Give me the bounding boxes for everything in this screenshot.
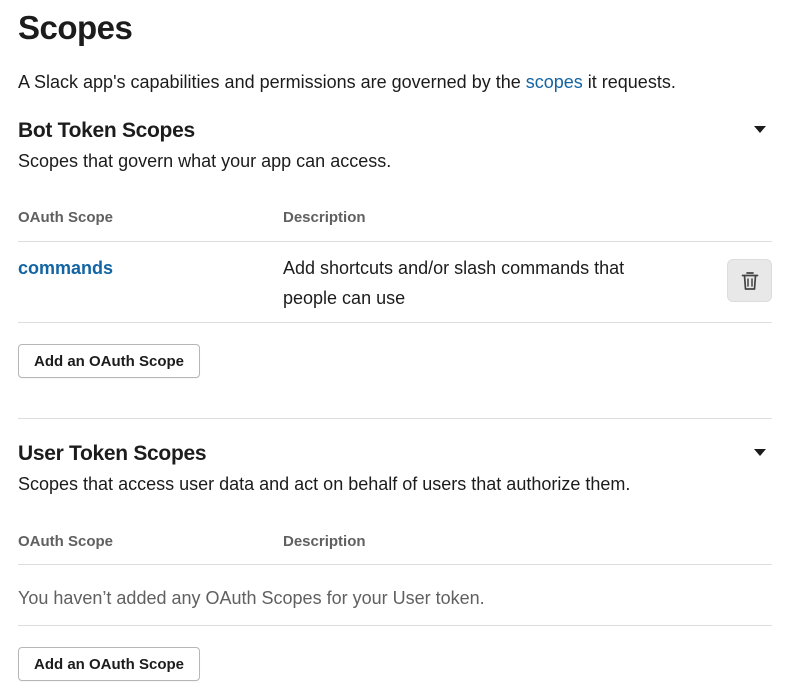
- user-col-description: Description: [283, 533, 366, 550]
- bot-col-oauth-scope: OAuth Scope: [18, 209, 114, 226]
- scope-description: Add shortcuts and/or slash commands that…: [283, 258, 625, 308]
- trash-icon: [741, 271, 758, 290]
- user-col-oauth-scope: OAuth Scope: [18, 533, 114, 550]
- user-add-oauth-scope-button[interactable]: Add an OAuth Scope: [18, 647, 200, 681]
- scope-link-commands[interactable]: commands: [18, 256, 113, 280]
- user-section-title: User Token Scopes: [18, 442, 207, 465]
- bot-row-divider: [18, 322, 772, 323]
- user-section-collapse-icon[interactable]: [754, 449, 766, 456]
- remove-scope-button[interactable]: [727, 259, 772, 302]
- bot-header-divider: [18, 241, 772, 242]
- bot-token-scopes-section: Bot Token Scopes Scopes that govern what…: [18, 118, 772, 380]
- page-intro: A Slack app's capabilities and permissio…: [18, 70, 676, 94]
- bot-section-title: Bot Token Scopes: [18, 119, 195, 142]
- page-title: Scopes: [18, 9, 133, 46]
- user-section-description: Scopes that access user data and act on …: [18, 474, 631, 494]
- empty-scopes-message: You haven’t added any OAuth Scopes for y…: [18, 588, 485, 608]
- user-empty-divider: [18, 625, 772, 626]
- user-header-divider: [18, 564, 772, 565]
- intro-text-before: A Slack app's capabilities and permissio…: [18, 72, 526, 92]
- bot-section-collapse-icon[interactable]: [754, 126, 766, 133]
- bot-add-oauth-scope-button[interactable]: Add an OAuth Scope: [18, 344, 200, 378]
- section-divider: [18, 418, 772, 419]
- scopes-link[interactable]: scopes: [526, 72, 583, 92]
- user-token-scopes-section: User Token Scopes Scopes that access use…: [18, 441, 772, 686]
- bot-col-description: Description: [283, 209, 366, 226]
- intro-text-after: it requests.: [582, 72, 676, 92]
- bot-section-description: Scopes that govern what your app can acc…: [18, 151, 392, 171]
